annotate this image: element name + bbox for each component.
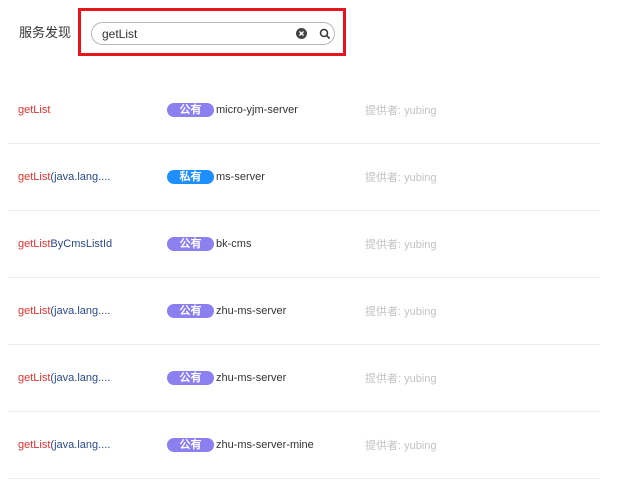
- method-match: getList: [18, 104, 51, 116]
- service-row[interactable]: getList(java.lang.... 私有 ms-server 提供者: …: [8, 144, 600, 211]
- search-icon[interactable]: [319, 27, 331, 40]
- provider-label: 提供者: yubing: [365, 239, 437, 251]
- visibility-badge: 公有: [167, 304, 214, 318]
- method-match: getList: [18, 238, 51, 250]
- method-suffix: (java.lang....: [50, 171, 111, 183]
- service-row[interactable]: getListByCmsListId 公有 bk-cms 提供者: yubing: [8, 211, 600, 278]
- service-row[interactable]: getList(java.lang.... 公有 zhu-ms-server-m…: [8, 412, 600, 479]
- server-name: zhu-ms-server: [216, 305, 287, 317]
- method-match: getList: [18, 439, 51, 451]
- visibility-badge: 公有: [167, 237, 214, 251]
- visibility-badge: 私有: [167, 170, 214, 184]
- search-input[interactable]: [102, 25, 282, 42]
- server-name: zhu-ms-server: [216, 372, 287, 384]
- service-row[interactable]: getList(java.lang.... 公有 zhu-ms-server 提…: [8, 278, 600, 345]
- server-name: micro-yjm-server: [216, 104, 298, 116]
- server-name: bk-cms: [216, 238, 252, 250]
- provider-label: 提供者: yubing: [365, 440, 437, 452]
- method-suffix: (java.lang....: [50, 439, 111, 451]
- provider-label: 提供者: yubing: [365, 306, 437, 318]
- method-match: getList: [18, 171, 51, 183]
- server-name: ms-server: [216, 171, 265, 183]
- service-row[interactable]: getList 公有 micro-yjm-server 提供者: yubing: [8, 77, 600, 144]
- method-name: getList: [18, 104, 50, 116]
- visibility-badge: 公有: [167, 103, 214, 117]
- method-name: getList(java.lang....: [18, 372, 110, 384]
- provider-label: 提供者: yubing: [365, 105, 437, 117]
- clear-icon[interactable]: [296, 28, 307, 39]
- method-suffix: (java.lang....: [50, 305, 111, 317]
- method-match: getList: [18, 372, 51, 384]
- method-name: getList(java.lang....: [18, 171, 110, 183]
- provider-label: 提供者: yubing: [365, 373, 437, 385]
- method-name: getList(java.lang....: [18, 439, 110, 451]
- method-suffix: ByCmsListId: [50, 238, 113, 250]
- page-title: 服务发现: [19, 25, 72, 40]
- method-suffix: (java.lang....: [50, 372, 111, 384]
- method-name: getList(java.lang....: [18, 305, 110, 317]
- server-name: zhu-ms-server-mine: [216, 439, 314, 451]
- method-match: getList: [18, 305, 51, 317]
- method-name: getListByCmsListId: [18, 238, 112, 250]
- service-row[interactable]: getList(java.lang.... 公有 zhu-ms-server 提…: [8, 345, 600, 412]
- provider-label: 提供者: yubing: [365, 172, 437, 184]
- visibility-badge: 公有: [167, 438, 214, 452]
- visibility-badge: 公有: [167, 371, 214, 385]
- search-bar: [91, 22, 335, 45]
